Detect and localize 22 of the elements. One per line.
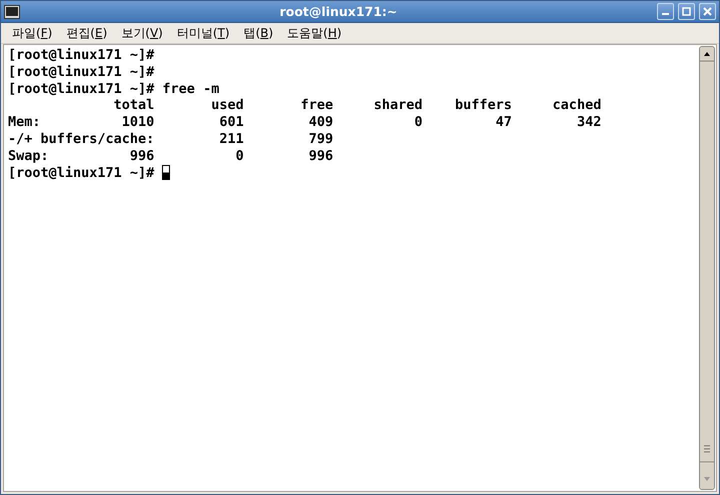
terminal-line: [root@linux171 ~]# [8, 164, 156, 182]
maximize-button[interactable] [678, 3, 695, 20]
terminal-line: -/+ buffers/cache: 211 799 [8, 130, 334, 148]
close-button[interactable] [699, 3, 716, 20]
scrollbar-drawing[interactable] [699, 46, 715, 490]
menu-item[interactable]: 파일(F) [5, 22, 60, 44]
terminal-line: Swap: 996 0 996 [8, 148, 334, 165]
maximize-icon [682, 7, 691, 16]
terminal-icon [4, 4, 20, 18]
menu-item[interactable]: 도움말(H) [280, 22, 349, 44]
terminal-line: [root@linux171 ~]# [8, 47, 154, 64]
window-title: root@linux171:~ [278, 4, 398, 19]
close-icon [703, 7, 712, 16]
terminal-line: total used free shared buffers cached [112, 97, 602, 114]
terminal-line: [root@linux171 ~]# [8, 64, 154, 81]
minimize-button[interactable] [657, 3, 674, 20]
menu-item[interactable]: 탭(B) [236, 22, 280, 44]
menu-item[interactable]: 터미널(T) [170, 22, 237, 44]
terminal-line: Mem: 1010 601 409 0 47 342 [8, 114, 602, 131]
menu-item[interactable]: 편집(E) [59, 22, 114, 44]
terminal-line: [root@linux171 ~]# free -m [8, 80, 220, 98]
menu-item[interactable]: 보기(V) [114, 22, 170, 44]
